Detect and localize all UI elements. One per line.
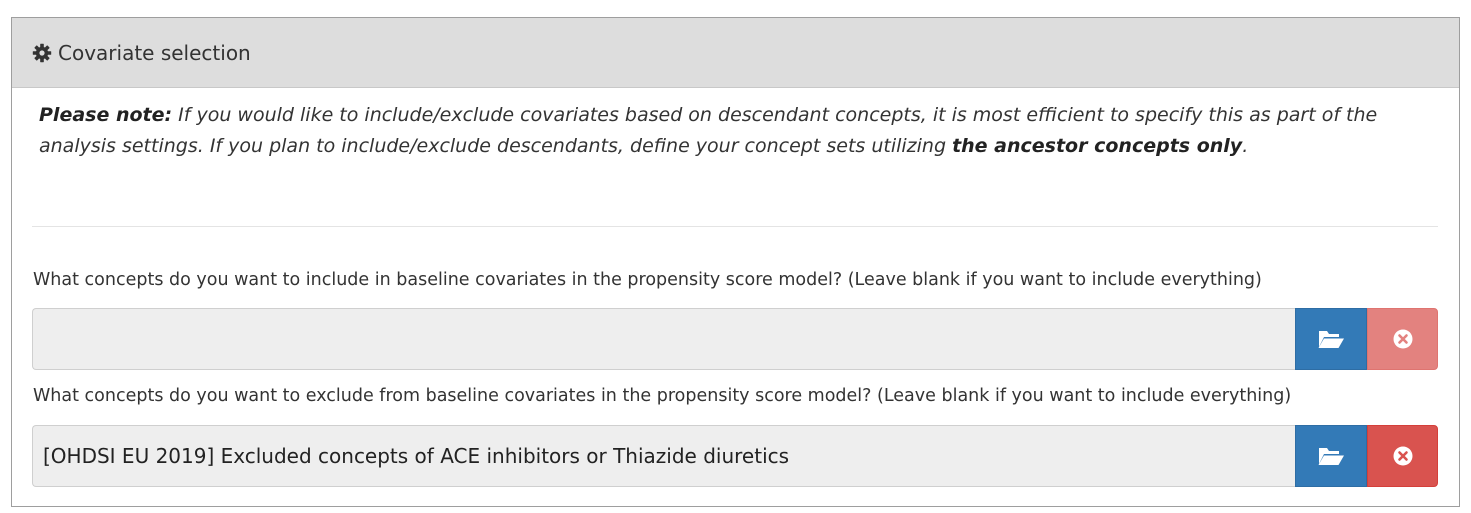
exclude-clear-button[interactable] <box>1367 425 1438 487</box>
include-concepts-label: What concepts do you want to include in … <box>33 270 1262 290</box>
times-circle-icon <box>1393 329 1413 349</box>
exclude-open-concept-set-button[interactable] <box>1295 425 1367 487</box>
note-tail: . <box>1242 135 1249 157</box>
exclude-concepts-group: [OHDSI EU 2019] Excluded concepts of ACE… <box>32 425 1438 487</box>
panel-title: Covariate selection <box>58 40 251 65</box>
divider <box>32 226 1438 227</box>
folder-open-icon <box>1317 445 1345 467</box>
cog-icon <box>32 43 52 63</box>
times-circle-icon <box>1393 446 1413 466</box>
note-emphasis: the ancestor concepts only <box>952 135 1243 157</box>
note-lead: Please note: <box>39 104 173 126</box>
folder-open-icon <box>1317 328 1345 350</box>
include-clear-button[interactable] <box>1367 308 1438 370</box>
panel-heading: Covariate selection <box>12 18 1459 88</box>
exclude-concepts-input[interactable]: [OHDSI EU 2019] Excluded concepts of ACE… <box>32 425 1295 487</box>
please-note-text: Please note: If you would like to includ… <box>39 100 1429 162</box>
include-concepts-group <box>32 308 1438 370</box>
exclude-concepts-label: What concepts do you want to exclude fro… <box>33 386 1292 406</box>
include-concepts-input[interactable] <box>32 308 1295 370</box>
include-open-concept-set-button[interactable] <box>1295 308 1367 370</box>
